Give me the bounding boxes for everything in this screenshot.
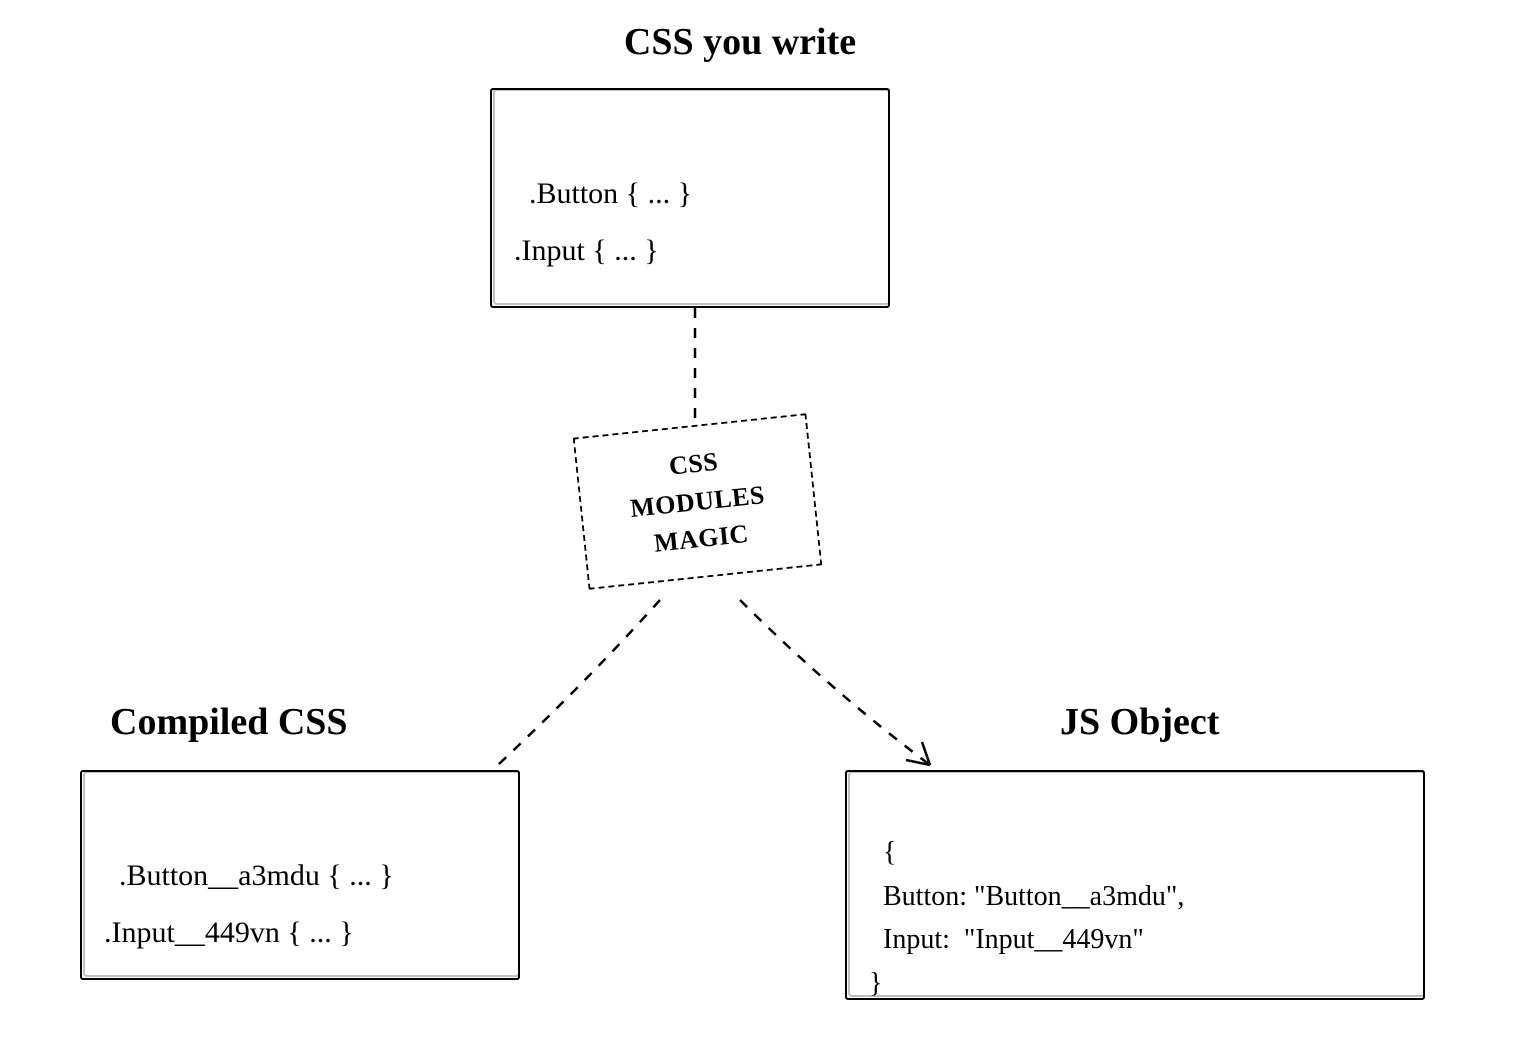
compiled-css-title: Compiled CSS	[110, 700, 348, 744]
connector-right	[720, 590, 970, 790]
compiled-css-code: .Button__a3mdu { ... } .Input__449vn { .…	[104, 859, 394, 949]
top-title: CSS you write	[460, 20, 1020, 64]
css-modules-magic-box: CSS MODULES MAGIC	[573, 413, 823, 590]
js-object-box: { Button: "Button__a3mdu", Input: "Input…	[845, 770, 1425, 1000]
css-source-code: .Button { ... } .Input { ... }	[514, 177, 692, 267]
css-source-box: .Button { ... } .Input { ... }	[490, 88, 890, 308]
compiled-css-box: .Button__a3mdu { ... } .Input__449vn { .…	[80, 770, 520, 980]
js-object-code: { Button: "Button__a3mdu", Input: "Input…	[869, 837, 1184, 998]
connector-top	[690, 308, 710, 423]
js-object-title: JS Object	[1060, 700, 1219, 744]
